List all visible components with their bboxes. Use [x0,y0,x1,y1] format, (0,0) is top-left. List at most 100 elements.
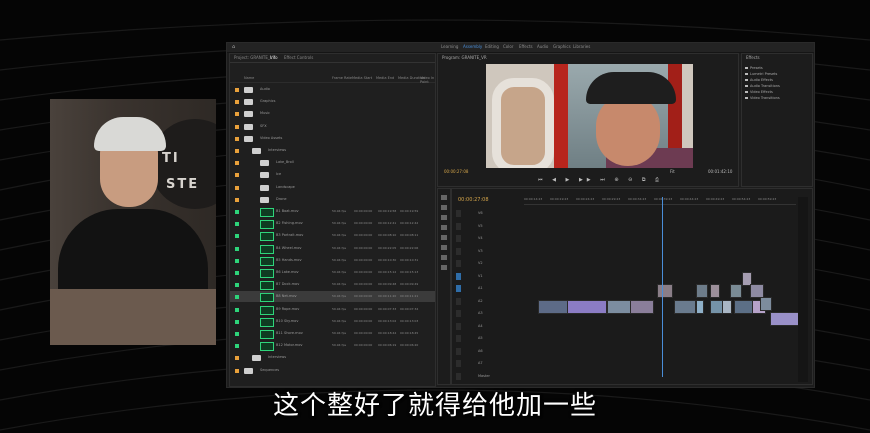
track-target-toggle[interactable] [456,360,461,367]
track-target-toggle[interactable] [456,210,461,217]
timeline-timecode[interactable]: 00:00:27:08 [458,197,489,203]
track-header[interactable]: A3 [452,309,522,318]
razor-tool-icon[interactable] [441,225,447,230]
transport-controls[interactable]: ⏮ ◀ ▶ ▶▶ ⏭ ⊕ ⊖ ⧉ ⎙ [538,177,663,183]
timeline-clip[interactable] [538,300,568,314]
timeline-clip[interactable] [567,300,607,314]
playhead[interactable] [662,197,663,377]
clip-row[interactable]: B5 Hands.mov 59.94 fps 00:00:00:00 00:00:10… [230,255,435,266]
workspace-tab[interactable]: Learning [441,44,458,49]
track-header[interactable]: A1 [452,284,522,293]
effects-item[interactable]: Presets [745,66,763,70]
workspace-tab[interactable]: Graphics [553,44,571,49]
track-header[interactable]: A6 [452,347,522,356]
track-select-tool-icon[interactable] [441,205,447,210]
workspace-tab[interactable]: Audio [537,44,548,49]
clip-row[interactable]: B2 Fishing.mov 59.94 fps 00:00:00:00 00:00:… [230,218,435,230]
timeline-clip[interactable] [657,284,673,298]
timeline-clip[interactable] [607,300,631,314]
track-header[interactable]: A7 [452,359,522,368]
track-target-toggle[interactable] [456,347,461,355]
clip-row[interactable]: B9 Rope.mov 59.94 fps 00:00:00:00 00:00:07:… [230,304,435,315]
track-header[interactable]: V5 [452,222,522,231]
track-target-toggle[interactable] [456,322,461,330]
timeline-clip[interactable] [674,300,696,314]
timeline-clip[interactable] [734,300,754,314]
clip-row[interactable]: B3 Portrait.mov 59.94 fps 00:00:00:00 00:00… [230,230,435,242]
clip-row[interactable]: B6 Lake.mov 59.94 fps 00:00:00:00 00:00:15:… [230,267,435,278]
clip-row[interactable]: B10 Sky.mov 59.94 fps 00:00:00:00 00:00:13:… [230,316,435,327]
col-media-start[interactable]: Media Start [352,76,372,80]
folder-row[interactable]: Drone [230,194,435,205]
track-header[interactable]: V1 [452,272,522,281]
workspace-tab[interactable]: Effects [519,44,533,49]
home-icon[interactable]: ⌂ [232,44,235,50]
folder-row[interactable]: SFX [230,121,435,132]
program-timecode[interactable]: 00:00:27:08 [444,169,468,174]
clip-row[interactable]: B4 Wheel.mov 59.94 fps 00:00:00:00 00:00:22… [230,243,435,254]
track-header[interactable]: A2 [452,297,522,306]
track-target-toggle[interactable] [456,372,461,380]
type-tool-icon[interactable] [441,265,447,270]
folder-row[interactable]: Interviews [230,352,435,363]
effects-item[interactable]: Audio Effects [745,78,773,82]
track-header[interactable]: A5 [452,334,522,343]
effects-item[interactable]: Lumetri Presets [744,72,777,76]
folder-row[interactable]: Lake_Broll [230,157,435,168]
folder-row[interactable]: Graphics [230,96,435,107]
workspace-tab-active[interactable]: Assembly [463,44,482,49]
clip-row[interactable]: B8 Net.mov 59.94 fps 00:00:00:00 00:00:11:2… [230,291,435,303]
track-header[interactable]: V2 [452,259,522,268]
effects-item[interactable]: Audio Transitions [745,84,780,88]
track-target-toggle[interactable] [456,235,461,242]
col-frame-rate[interactable]: Frame Rate [332,76,352,80]
timeline-clip[interactable] [760,297,772,311]
clip-row[interactable]: B7 Dock.mov 59.94 fps 00:00:00:00 00:00:09:… [230,279,435,291]
effects-item[interactable]: Video Effects [745,90,773,94]
timeline-clip[interactable] [696,284,708,298]
workspace-tab[interactable]: Editing [485,44,499,49]
folder-row[interactable]: Interviews [230,145,435,156]
track-header[interactable]: V6 [452,209,522,218]
timeline-clip[interactable] [710,284,720,298]
track-target-toggle[interactable] [456,260,461,267]
track-header[interactable]: V4 [452,234,522,243]
track-target-toggle[interactable] [456,222,461,230]
track-target-toggle[interactable] [456,310,461,317]
col-name[interactable]: Name [244,76,254,80]
hand-tool-icon[interactable] [441,255,447,260]
timeline-clip[interactable] [630,300,654,314]
track-header[interactable]: V3 [452,247,522,256]
tab-effect-controls[interactable]: Effect Controls [284,55,313,60]
folder-row[interactable]: Music [230,108,435,119]
track-header[interactable]: A4 [452,322,522,331]
track-header[interactable]: Master [452,372,522,381]
folder-row[interactable]: Sequences [230,365,435,376]
zoom-select[interactable]: Fit [670,169,675,174]
folder-row[interactable]: Ice [230,169,435,180]
pen-tool-icon[interactable] [441,245,447,250]
timeline-clip[interactable] [696,300,704,314]
tab-info[interactable]: Info [270,55,278,60]
track-target-toggle[interactable] [456,297,461,305]
folder-row[interactable]: Audio [230,84,435,95]
workspace-tab[interactable]: Color [503,44,513,49]
selection-tool-icon[interactable] [441,195,447,200]
effects-item[interactable]: Video Transitions [745,96,780,100]
col-media-end[interactable]: Media End [376,76,394,80]
clip-row[interactable]: B12 Motor.mov 59.94 fps 00:00:00:00 00:00:0… [230,340,435,352]
folder-row[interactable]: Landscape [230,182,435,193]
track-target-toggle[interactable] [456,272,461,280]
timeline-clip[interactable] [722,300,732,314]
program-title[interactable]: Program: GRANITE_VR [442,55,487,60]
track-target-toggle[interactable] [456,335,461,342]
ripple-tool-icon[interactable] [441,215,447,220]
effects-title[interactable]: Effects [746,55,760,60]
time-ruler[interactable]: 00:00:14:23 00:00:19:23 00:00:24:23 00:00:2… [524,197,796,205]
track-target-toggle[interactable] [456,285,461,292]
col-video-in[interactable]: Video In Point [420,76,435,84]
workspace-tab[interactable]: Libraries [573,44,590,49]
clip-row[interactable]: B11 Shore.mov 59.94 fps 00:00:00:00 00:00:1… [230,328,435,339]
timeline-clip[interactable] [730,284,742,298]
timeline-clip[interactable] [750,284,764,298]
